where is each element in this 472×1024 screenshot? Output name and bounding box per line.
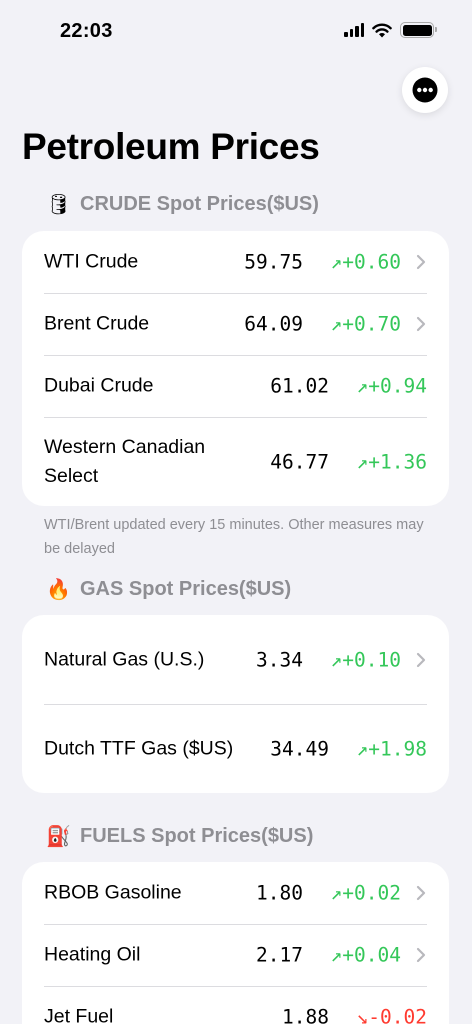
oil-drum-icon: 🛢	[46, 194, 72, 216]
gas-section-header: 🔥 GAS Spot Prices($US)	[46, 577, 291, 602]
chevron-right-icon	[416, 947, 426, 963]
price-row-brent-crude[interactable]: Brent Crude 64.09 ↗+0.70	[22, 293, 449, 355]
ellipsis-circle-icon	[412, 77, 438, 103]
commodity-price: 3.34	[256, 648, 303, 671]
price-row-dutch-ttf-gas[interactable]: Dutch TTF Gas ($US) 34.49 ↗+1.98	[22, 704, 449, 793]
price-change: ↗+0.94	[356, 374, 427, 398]
battery-icon	[400, 22, 437, 38]
trend-up-icon: ↗	[330, 250, 343, 274]
price-change: ↗+0.10	[330, 648, 401, 671]
price-change: ↗+1.36	[356, 450, 427, 473]
price-row-jet-fuel[interactable]: Jet Fuel 1.88 ↘-0.02	[22, 986, 449, 1024]
chevron-right-icon	[416, 652, 426, 667]
trend-down-icon: ↘	[356, 1005, 369, 1024]
commodity-name: RBOB Gasoline	[44, 881, 182, 904]
chevron-right-icon	[416, 316, 426, 332]
fuels-section-title: FUELS Spot Prices($US)	[80, 825, 314, 847]
commodity-price: 46.77	[270, 450, 329, 473]
gas-price-list: Natural Gas (U.S.) 3.34 ↗+0.10 Dutch TTF…	[22, 615, 449, 793]
commodity-name: Brent Crude	[44, 312, 150, 335]
price-change: ↗+0.02	[330, 881, 401, 905]
status-bar: 22:03	[0, 0, 472, 64]
commodity-name: Dutch TTF Gas ($US)	[44, 737, 234, 759]
fuels-section-header: ⛽ FUELS Spot Prices($US)	[46, 824, 313, 849]
commodity-name: Jet Fuel	[44, 1005, 114, 1024]
trend-up-icon: ↗	[356, 450, 369, 473]
chevron-right-icon	[416, 885, 426, 901]
gas-section-title: GAS Spot Prices($US)	[80, 578, 292, 600]
price-row-wti-crude[interactable]: WTI Crude 59.75 ↗+0.60	[22, 231, 449, 293]
price-change: ↘-0.02	[357, 1006, 427, 1024]
price-row-rbob-gasoline[interactable]: RBOB Gasoline 1.80 ↗+0.02	[22, 862, 449, 924]
price-row-dubai-crude[interactable]: Dubai Crude 61.02 ↗+0.94	[22, 355, 449, 417]
status-time: 22:03	[60, 20, 113, 42]
fuels-price-list: RBOB Gasoline 1.80 ↗+0.02 Heating Oil 2.…	[22, 862, 449, 1024]
trend-up-icon: ↗	[330, 648, 343, 671]
crude-price-list: WTI Crude 59.75 ↗+0.60 Brent Crude 64.09…	[22, 231, 449, 506]
cellular-signal-icon	[344, 23, 364, 37]
commodity-price: 1.80	[256, 881, 303, 905]
trend-up-icon: ↗	[356, 374, 369, 398]
fuel-pump-icon: ⛽	[46, 826, 71, 848]
commodity-name: Heating Oil	[44, 943, 141, 966]
trend-up-icon: ↗	[330, 881, 343, 905]
commodity-name: WTI Crude	[44, 250, 139, 273]
commodity-name: Western Canadian Select	[44, 435, 206, 487]
commodity-price: 64.09	[244, 312, 303, 336]
trend-up-icon: ↗	[356, 737, 369, 760]
crude-section-header: 🛢 CRUDE Spot Prices($US)	[46, 192, 319, 217]
price-row-western-canadian-select[interactable]: Western Canadian Select 46.77 ↗+1.36	[22, 417, 449, 506]
status-icons	[344, 22, 437, 38]
wifi-icon	[372, 23, 392, 37]
fire-icon: 🔥	[46, 579, 71, 601]
trend-up-icon: ↗	[330, 943, 343, 967]
commodity-price: 59.75	[244, 250, 303, 274]
price-row-heating-oil[interactable]: Heating Oil 2.17 ↗+0.04	[22, 924, 449, 986]
commodity-price: 2.17	[256, 943, 303, 967]
chevron-right-icon	[416, 254, 426, 270]
price-change: ↗+1.98	[356, 737, 427, 760]
commodity-price: 1.88	[282, 1005, 329, 1024]
price-change: ↗+0.60	[330, 250, 401, 274]
price-change: ↗+0.70	[330, 312, 401, 336]
price-row-natural-gas[interactable]: Natural Gas (U.S.) 3.34 ↗+0.10	[22, 615, 449, 704]
commodity-name: Dubai Crude	[44, 374, 154, 397]
update-footnote: WTI/Brent updated every 15 minutes. Othe…	[44, 517, 424, 557]
commodity-name: Natural Gas (U.S.)	[44, 648, 205, 670]
commodity-price: 34.49	[270, 737, 329, 760]
price-change: ↗+0.04	[330, 943, 401, 967]
more-options-button[interactable]	[402, 67, 448, 113]
trend-up-icon: ↗	[330, 312, 343, 336]
crude-section-title: CRUDE Spot Prices($US)	[80, 193, 319, 215]
page-title: Petroleum Prices	[22, 126, 320, 167]
commodity-price: 61.02	[270, 374, 329, 398]
